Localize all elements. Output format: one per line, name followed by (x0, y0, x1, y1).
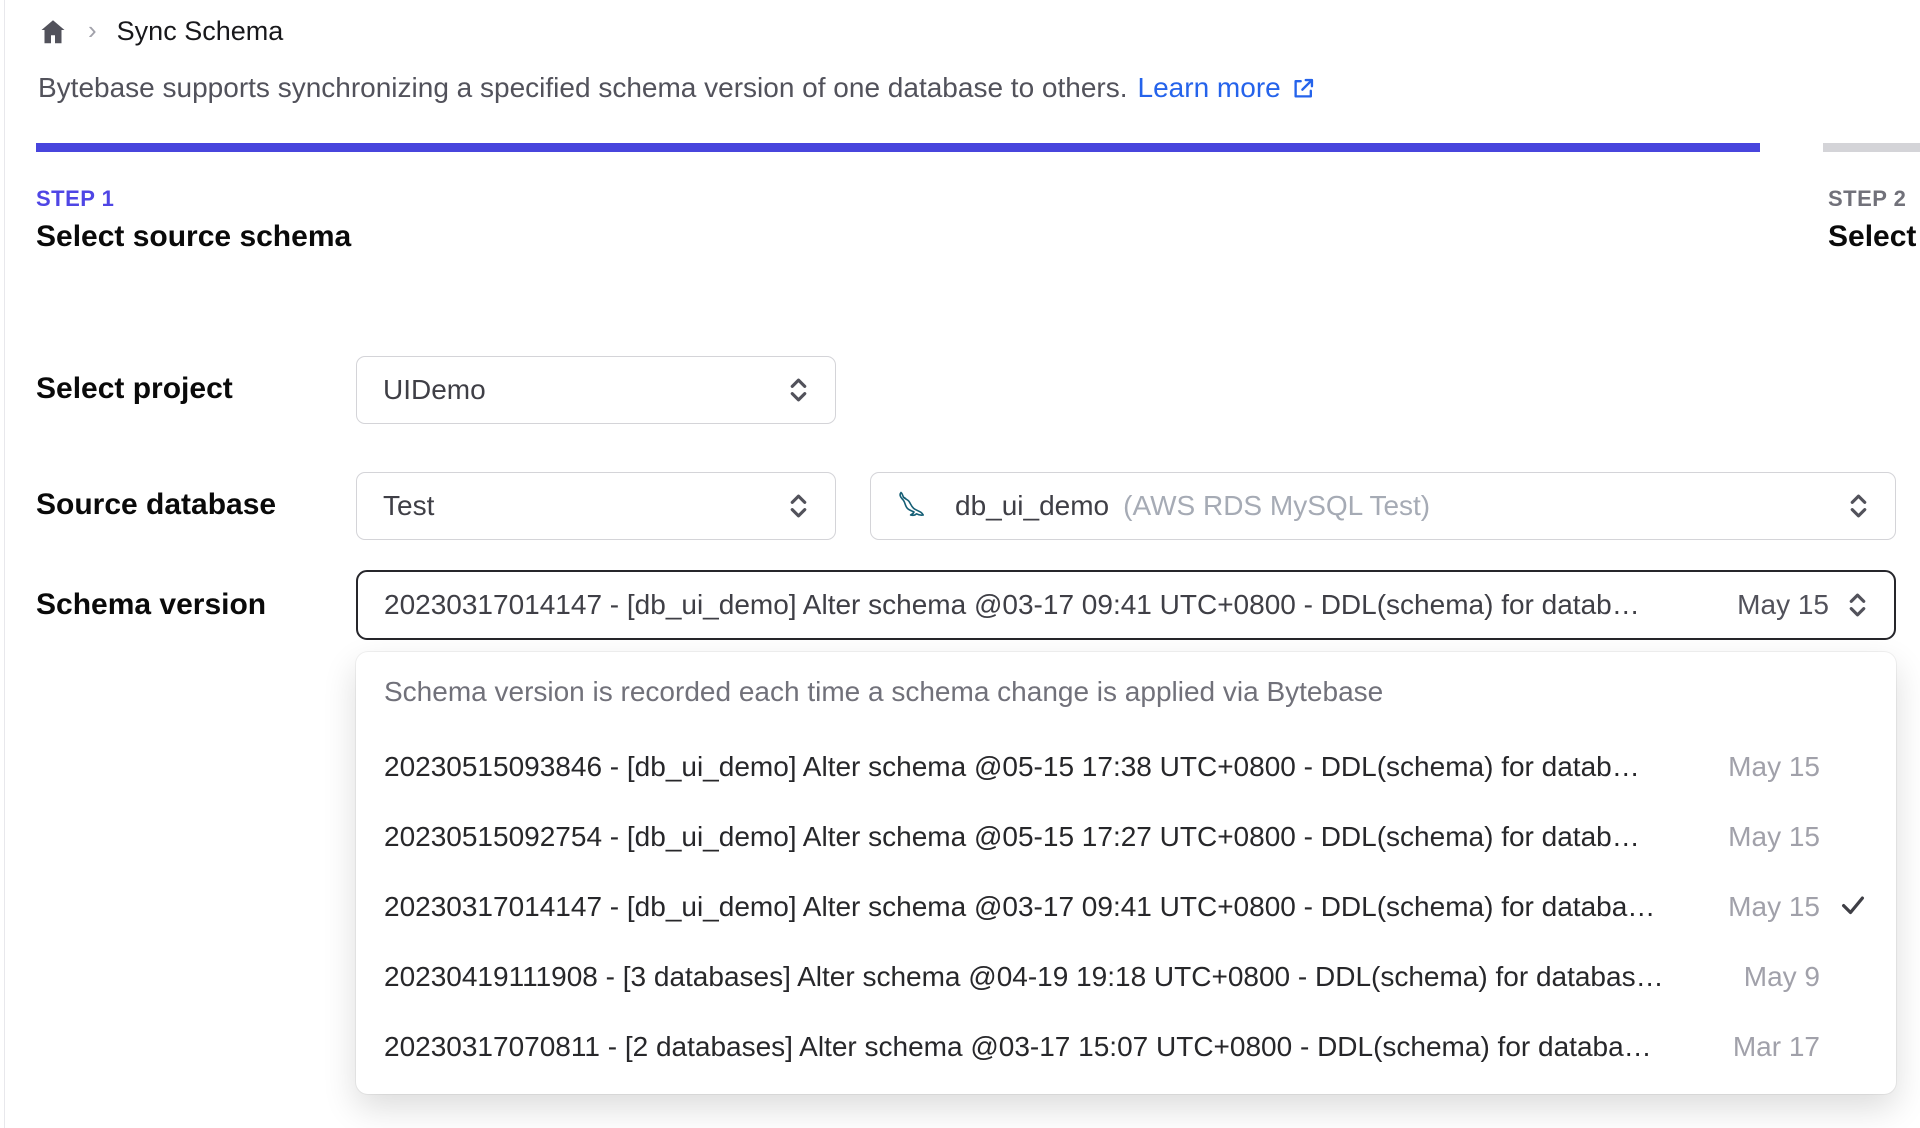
progress-bar-step1 (36, 143, 1760, 152)
step2-header: STEP 2 Select t (1828, 186, 1920, 254)
sync-schema-page: › Sync Schema Bytebase supports synchron… (0, 0, 1920, 1128)
option-date: May 15 (1728, 751, 1820, 782)
schema-version-select-date: May 15 (1737, 589, 1829, 620)
schema-version-select-value: 20230317014147 - [db_ui_demo] Alter sche… (384, 589, 1640, 620)
version-option[interactable]: 20230317014147 - [db_ui_demo] Alter sche… (356, 872, 1896, 942)
chevron-right-icon: › (88, 14, 97, 45)
check-icon (1820, 750, 1868, 785)
project-select-value: UIDemo (383, 374, 486, 405)
step2-label: STEP 2 (1828, 186, 1907, 211)
select-project-label: Select project (36, 372, 233, 405)
project-select[interactable]: UIDemo (356, 356, 836, 424)
source-database-label: Source database (36, 488, 277, 521)
updown-chevron-icon (1845, 590, 1870, 620)
version-option[interactable]: 20230317070811 - [2 databases] Alter sch… (356, 1012, 1896, 1082)
check-icon (1820, 890, 1868, 925)
database-select-detail: (AWS RDS MySQL Test) (1123, 490, 1431, 521)
step1-label: STEP 1 (36, 186, 115, 211)
option-text: 20230317070811 - [2 databases] Alter sch… (384, 1031, 1652, 1062)
step2-title: Select t (1828, 220, 1920, 253)
option-text: 20230419111908 - [3 databases] Alter sch… (384, 961, 1664, 992)
schema-version-label: Schema version (36, 588, 267, 621)
version-option[interactable]: 20230515093846 - [db_ui_demo] Alter sche… (356, 732, 1896, 802)
dropdown-hint: Schema version is recorded each time a s… (384, 676, 1384, 707)
check-icon (1820, 1030, 1868, 1065)
option-date: May 15 (1728, 821, 1820, 852)
external-link-icon (1290, 75, 1317, 102)
breadcrumb: › Sync Schema (38, 16, 283, 47)
environment-select-value: Test (383, 490, 435, 521)
learn-more-link[interactable]: Learn more (1138, 72, 1317, 104)
check-icon (1820, 960, 1868, 995)
version-option-list: 20230515093846 - [db_ui_demo] Alter sche… (356, 732, 1896, 1082)
updown-chevron-icon (786, 375, 811, 405)
learn-more-label: Learn more (1137, 72, 1281, 103)
option-date: May 15 (1728, 891, 1820, 922)
step1-header: STEP 1 Select source schema (36, 186, 351, 254)
page-title: Sync Schema (116, 16, 284, 46)
version-option[interactable]: 20230515092754 - [db_ui_demo] Alter sche… (356, 802, 1896, 872)
database-select-name: db_ui_demo (955, 490, 1110, 521)
version-option[interactable]: 20230419111908 - [3 databases] Alter sch… (356, 942, 1896, 1012)
environment-select[interactable]: Test (356, 472, 836, 540)
option-text: 20230515093846 - [db_ui_demo] Alter sche… (384, 751, 1640, 782)
schema-version-dropdown: Schema version is recorded each time a s… (356, 652, 1896, 1094)
intro-text: Bytebase supports synchronizing a specif… (38, 72, 1128, 103)
progress-bar-step2 (1823, 143, 1920, 152)
schema-version-select[interactable]: 20230317014147 - [db_ui_demo] Alter sche… (356, 570, 1896, 640)
option-date: Mar 17 (1732, 1031, 1820, 1062)
left-divider (4, 0, 5, 1128)
intro-line: Bytebase supports synchronizing a specif… (38, 72, 1317, 104)
option-date: May 9 (1743, 961, 1820, 992)
home-icon[interactable] (38, 17, 68, 47)
check-icon (1820, 820, 1868, 855)
updown-chevron-icon (1846, 491, 1871, 521)
database-select[interactable]: db_ui_demo (AWS RDS MySQL Test) (870, 472, 1896, 540)
option-text: 20230515092754 - [db_ui_demo] Alter sche… (384, 821, 1640, 852)
mysql-dolphin-icon (897, 489, 939, 523)
updown-chevron-icon (786, 491, 811, 521)
option-text: 20230317014147 - [db_ui_demo] Alter sche… (384, 891, 1656, 922)
step1-title: Select source schema (36, 220, 352, 253)
